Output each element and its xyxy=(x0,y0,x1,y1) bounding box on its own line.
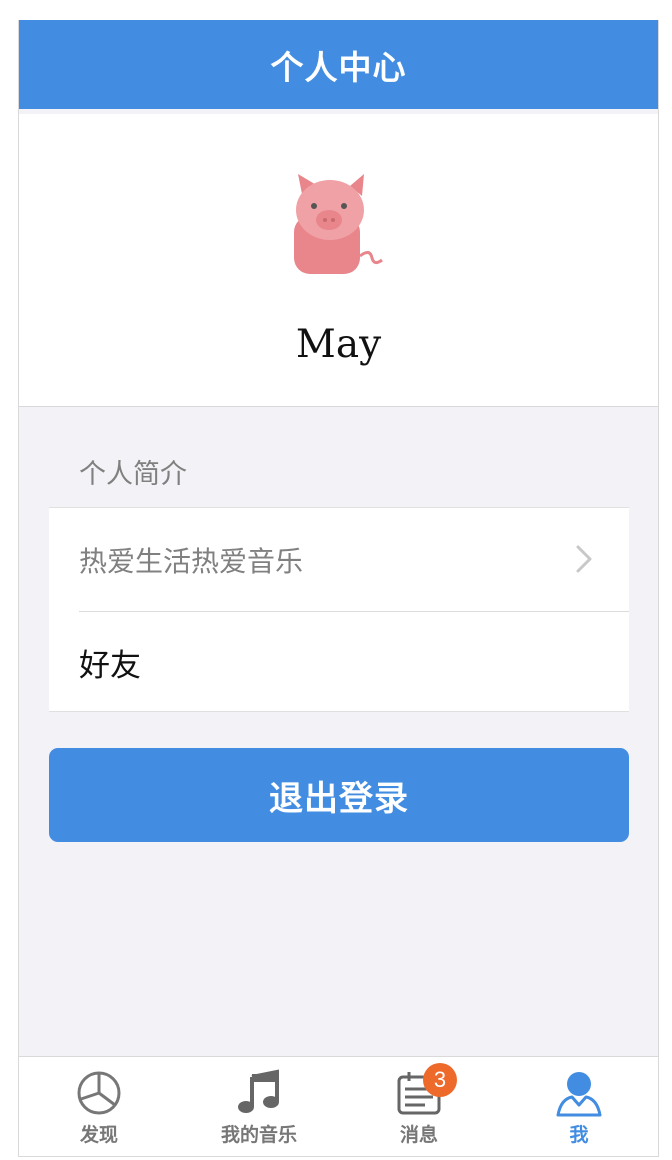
tab-label: 我 xyxy=(569,1124,589,1146)
chevron-right-icon xyxy=(576,545,592,573)
tab-label: 消息 xyxy=(399,1124,438,1146)
user-icon xyxy=(556,1072,602,1117)
tab-discover[interactable]: 发现 xyxy=(19,1057,179,1156)
friends-row[interactable]: 好友 xyxy=(79,612,629,712)
page-title: 个人中心 xyxy=(270,47,407,87)
pig-avatar-icon[interactable] xyxy=(290,172,386,276)
logout-label: 退出登录 xyxy=(269,778,409,819)
tab-label: 我的音乐 xyxy=(220,1124,297,1146)
tab-me[interactable]: 我 xyxy=(499,1057,658,1156)
friends-label: 好友 xyxy=(79,647,141,684)
tab-messages[interactable]: 3 消息 xyxy=(339,1057,499,1156)
profile-card: May xyxy=(19,114,658,407)
calendar-icon-wrapper: 3 xyxy=(395,1063,457,1117)
navbar: 个人中心 xyxy=(19,20,658,109)
pie-chart-icon xyxy=(77,1071,121,1115)
tab-label: 发现 xyxy=(79,1124,118,1146)
music-note-icon xyxy=(238,1069,279,1113)
profile-list: 热爱生活热爱音乐 好友 xyxy=(49,507,629,712)
bio-text: 热爱生活热爱音乐 xyxy=(79,508,629,612)
logout-button[interactable]: 退出登录 xyxy=(49,748,629,842)
tab-my-music[interactable]: 我的音乐 xyxy=(179,1057,339,1156)
username: May xyxy=(295,322,382,367)
message-count-badge: 3 xyxy=(423,1063,457,1097)
tab-bar: 发现 我的音乐 3 消息 我 xyxy=(19,1056,658,1156)
bio-section-label: 个人简介 xyxy=(79,459,187,490)
phone-screen: 个人中心 May 个人简介 热爱生活热爱音乐 好友 退出登录 发现 我的音乐 3… xyxy=(18,20,659,1157)
